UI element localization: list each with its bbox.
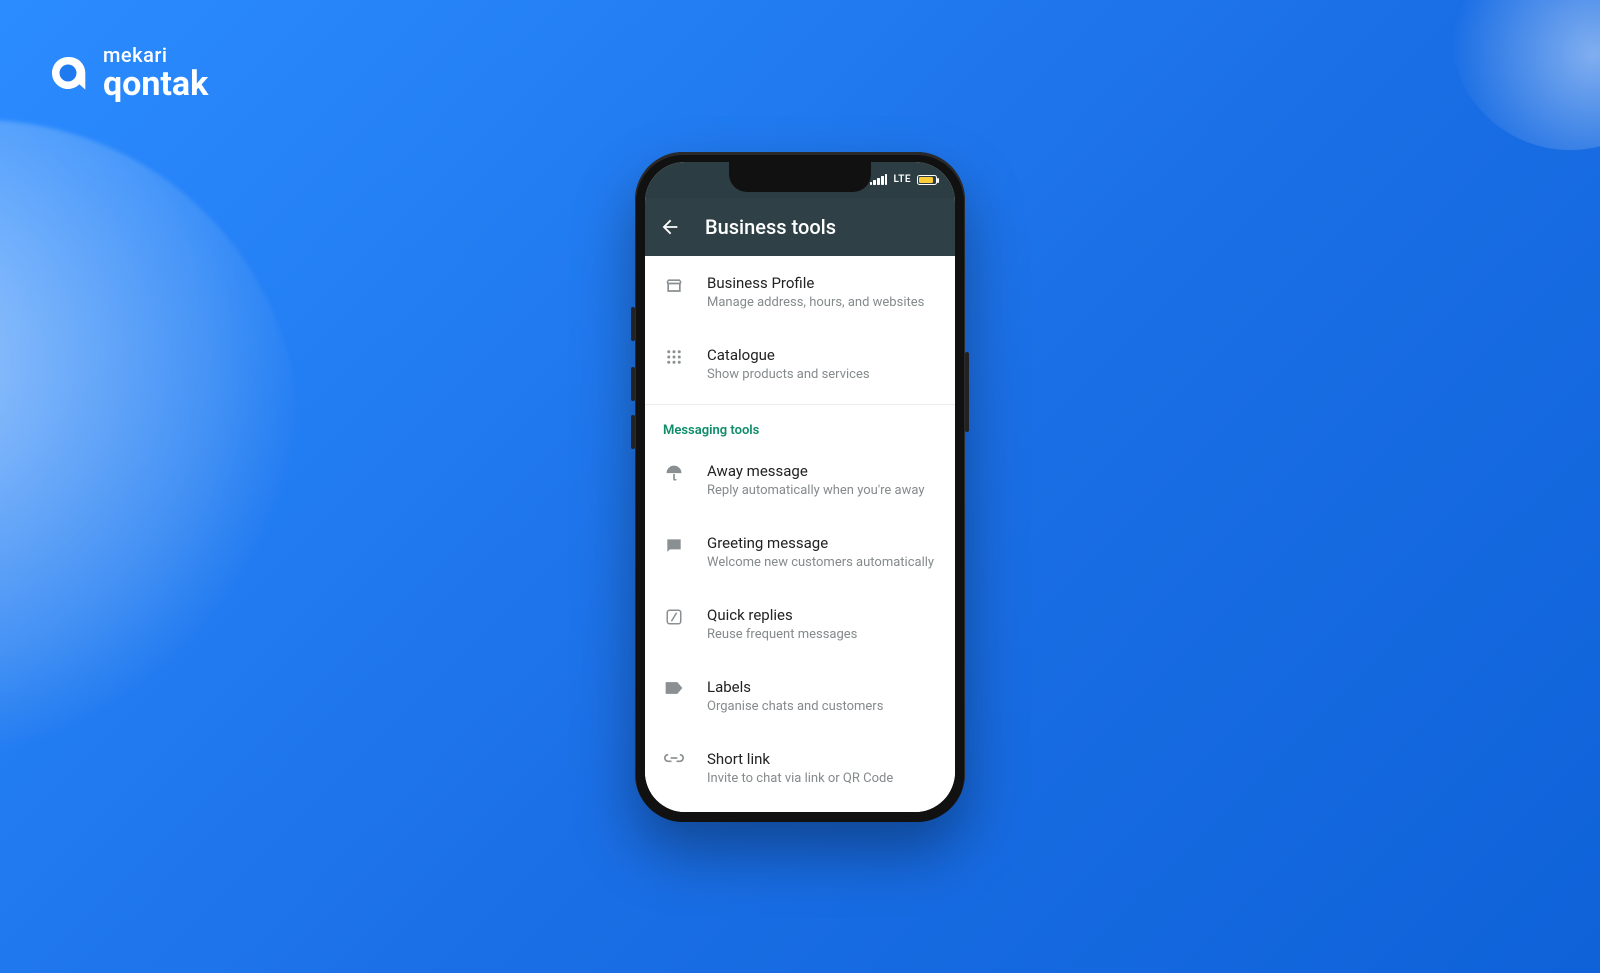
storefront-icon bbox=[663, 274, 685, 296]
brand-bottom: qontak bbox=[103, 67, 208, 101]
list-item-subtitle: Organise chats and customers bbox=[707, 699, 883, 714]
umbrella-icon bbox=[663, 462, 685, 484]
list-item-title: Catalogue bbox=[707, 346, 870, 364]
list-item-subtitle: Reply automatically when you're away bbox=[707, 483, 924, 498]
appbar-title: Business tools bbox=[705, 215, 836, 239]
list-item-title: Away message bbox=[707, 462, 924, 480]
item-labels[interactable]: Labels Organise chats and customers bbox=[645, 660, 955, 732]
signal-icon bbox=[870, 174, 888, 185]
item-business-profile[interactable]: Business Profile Manage address, hours, … bbox=[645, 256, 955, 328]
list-item-title: Quick replies bbox=[707, 606, 857, 624]
list-item-title: Greeting message bbox=[707, 534, 934, 552]
slash-icon bbox=[663, 606, 685, 626]
phone-notch bbox=[729, 162, 871, 192]
phone-screen: LTE Business tools Business Profile Mana… bbox=[645, 162, 955, 812]
brand-text: mekari qontak bbox=[103, 45, 208, 101]
list-item-subtitle: Welcome new customers automatically bbox=[707, 555, 934, 570]
app-bar: Business tools bbox=[645, 198, 955, 256]
qontak-icon bbox=[45, 50, 91, 96]
item-catalogue[interactable]: Catalogue Show products and services bbox=[645, 328, 955, 400]
list-item-title: Business Profile bbox=[707, 274, 924, 292]
list-item-subtitle: Show products and services bbox=[707, 367, 870, 382]
item-quick-replies[interactable]: Quick replies Reuse frequent messages bbox=[645, 588, 955, 660]
chat-icon bbox=[663, 534, 685, 556]
list-item-subtitle: Manage address, hours, and websites bbox=[707, 295, 924, 310]
item-away-message[interactable]: Away message Reply automatically when yo… bbox=[645, 444, 955, 516]
list-item-subtitle: Invite to chat via link or QR Code bbox=[707, 771, 893, 786]
item-greeting-message[interactable]: Greeting message Welcome new customers a… bbox=[645, 516, 955, 588]
battery-icon bbox=[917, 175, 937, 185]
link-icon bbox=[663, 750, 685, 764]
grid-icon bbox=[663, 346, 685, 366]
label-icon bbox=[663, 678, 685, 696]
network-label: LTE bbox=[893, 174, 911, 185]
decor-blob-bottom-left bbox=[0, 120, 300, 760]
list-item-subtitle: Reuse frequent messages bbox=[707, 627, 857, 642]
brand-logo: mekari qontak bbox=[45, 45, 208, 101]
list-item-title: Short link bbox=[707, 750, 893, 768]
brand-top: mekari bbox=[103, 45, 208, 65]
divider bbox=[645, 404, 955, 405]
decor-blob-top-right bbox=[1450, 0, 1600, 150]
settings-list: Business Profile Manage address, hours, … bbox=[645, 256, 955, 812]
phone-frame: LTE Business tools Business Profile Mana… bbox=[635, 152, 965, 822]
back-button[interactable] bbox=[659, 216, 681, 238]
list-item-title: Labels bbox=[707, 678, 883, 696]
item-short-link[interactable]: Short link Invite to chat via link or QR… bbox=[645, 732, 955, 804]
section-header-messaging: Messaging tools bbox=[645, 409, 955, 444]
